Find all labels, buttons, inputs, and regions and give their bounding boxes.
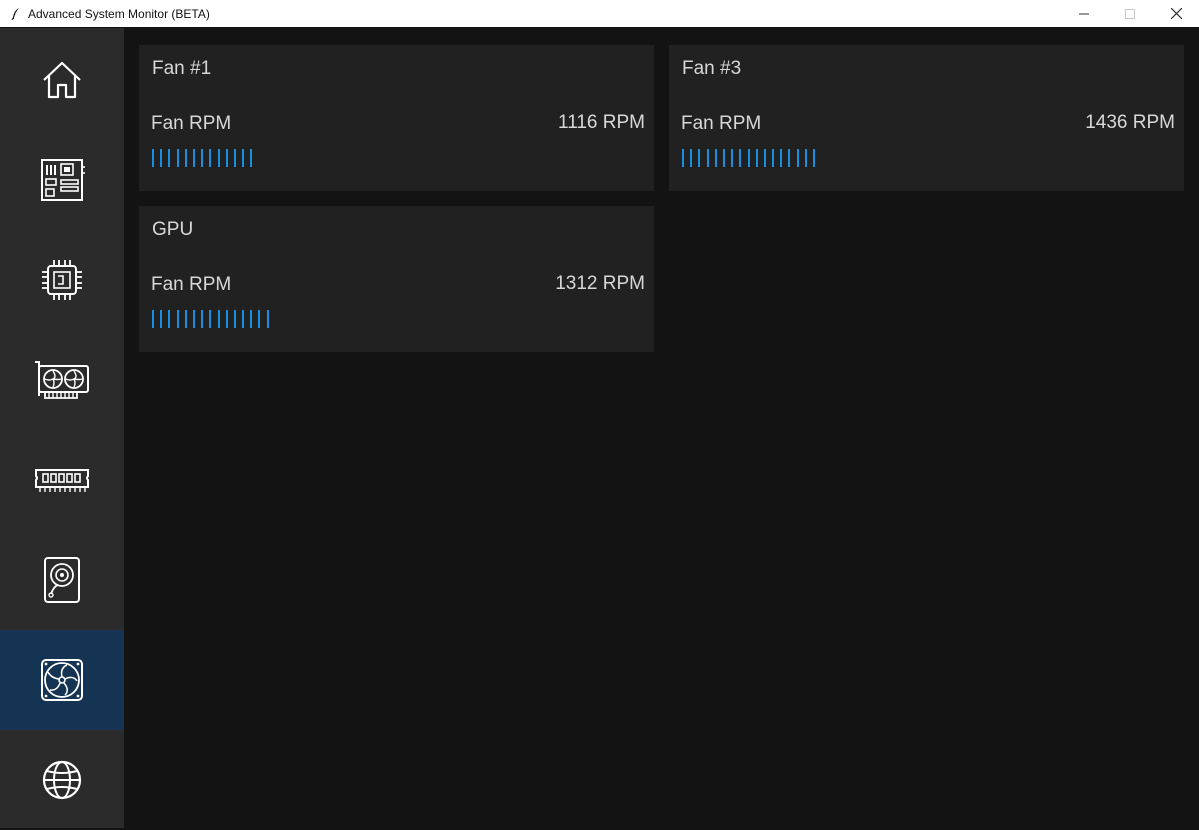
fan-icon bbox=[41, 659, 83, 701]
minimize-button[interactable] bbox=[1061, 0, 1107, 27]
rpm-tick bbox=[225, 149, 228, 167]
sidebar bbox=[0, 28, 124, 828]
rpm-tick bbox=[225, 310, 228, 328]
rpm-bar bbox=[682, 149, 821, 167]
rpm-tick bbox=[682, 149, 684, 167]
sidebar-item-network[interactable] bbox=[0, 730, 124, 830]
card-title: GPU bbox=[152, 219, 194, 240]
rpm-tick bbox=[813, 149, 815, 167]
motherboard-icon bbox=[41, 159, 85, 201]
rpm-tick bbox=[201, 310, 204, 328]
cpu-icon bbox=[42, 260, 82, 300]
rpm-tick bbox=[217, 310, 220, 328]
rpm-tick bbox=[706, 149, 709, 167]
rpm-tick bbox=[217, 149, 220, 167]
feather-icon bbox=[10, 7, 22, 21]
rpm-tick bbox=[184, 310, 187, 328]
rpm-tick bbox=[250, 149, 253, 167]
metric-value: 1312 RPM bbox=[555, 273, 645, 294]
rpm-tick bbox=[731, 149, 734, 167]
sidebar-item-fans[interactable] bbox=[0, 630, 124, 730]
sidebar-item-cpu[interactable] bbox=[0, 230, 124, 330]
rpm-tick bbox=[176, 149, 179, 167]
rpm-tick bbox=[714, 149, 717, 167]
close-button[interactable] bbox=[1153, 0, 1199, 27]
rpm-tick bbox=[168, 149, 171, 167]
rpm-tick bbox=[152, 310, 154, 328]
graphics-card-icon bbox=[35, 361, 89, 399]
rpm-tick bbox=[192, 310, 195, 328]
rpm-bar bbox=[152, 149, 258, 167]
rpm-tick bbox=[160, 149, 163, 167]
hard-drive-icon bbox=[44, 557, 80, 603]
rpm-tick bbox=[201, 149, 204, 167]
rpm-tick bbox=[788, 149, 791, 167]
close-icon bbox=[1170, 8, 1182, 19]
rpm-tick bbox=[747, 149, 750, 167]
rpm-tick bbox=[722, 149, 725, 167]
sidebar-item-storage[interactable] bbox=[0, 530, 124, 630]
rpm-tick bbox=[258, 310, 261, 328]
maximize-button[interactable] bbox=[1107, 0, 1153, 27]
rpm-tick bbox=[242, 149, 245, 167]
rpm-tick bbox=[763, 149, 766, 167]
rpm-tick bbox=[168, 310, 171, 328]
window-controls bbox=[1061, 0, 1199, 27]
rpm-tick bbox=[780, 149, 783, 167]
title-bar: Advanced System Monitor (BETA) bbox=[0, 0, 1199, 27]
rpm-tick bbox=[266, 310, 269, 328]
home-icon bbox=[43, 61, 81, 99]
rpm-tick bbox=[233, 149, 236, 167]
card-title: Fan #3 bbox=[682, 58, 742, 79]
fan-card: GPU Fan RPM 1312 RPM bbox=[139, 206, 654, 352]
rpm-tick bbox=[192, 149, 195, 167]
metric-label: Fan RPM bbox=[151, 274, 232, 295]
rpm-tick bbox=[698, 149, 701, 167]
rpm-tick bbox=[242, 310, 245, 328]
rpm-tick bbox=[209, 310, 212, 328]
sidebar-item-motherboard[interactable] bbox=[0, 130, 124, 230]
rpm-tick bbox=[755, 149, 758, 167]
rpm-tick bbox=[233, 310, 236, 328]
fan-card: Fan #1 Fan RPM 1116 RPM bbox=[139, 45, 654, 191]
sidebar-item-home[interactable] bbox=[0, 30, 124, 130]
rpm-tick bbox=[690, 149, 693, 167]
rpm-tick bbox=[250, 310, 253, 328]
rpm-tick bbox=[160, 310, 163, 328]
metric-value: 1116 RPM bbox=[558, 112, 645, 133]
sidebar-item-gpu[interactable] bbox=[0, 330, 124, 430]
fan-card: Fan #3 Fan RPM 1436 RPM bbox=[669, 45, 1184, 191]
metric-label: Fan RPM bbox=[151, 113, 232, 134]
main-panel: Fan #1 Fan RPM 1116 RPM Fan #3 Fan RPM 1… bbox=[124, 28, 1199, 828]
ram-icon bbox=[35, 469, 89, 492]
rpm-tick bbox=[152, 149, 154, 167]
globe-icon bbox=[42, 760, 82, 800]
rpm-tick bbox=[739, 149, 742, 167]
metric-label: Fan RPM bbox=[681, 113, 762, 134]
rpm-tick bbox=[184, 149, 187, 167]
rpm-tick bbox=[804, 149, 807, 167]
rpm-tick bbox=[176, 310, 179, 328]
maximize-icon bbox=[1125, 8, 1135, 19]
window-title: Advanced System Monitor (BETA) bbox=[28, 6, 210, 21]
rpm-tick bbox=[796, 149, 799, 167]
rpm-tick bbox=[772, 149, 775, 167]
rpm-tick bbox=[209, 149, 212, 167]
rpm-bar bbox=[152, 310, 275, 328]
metric-value: 1436 RPM bbox=[1085, 112, 1175, 133]
sidebar-item-memory[interactable] bbox=[0, 430, 124, 530]
minimize-icon bbox=[1079, 13, 1089, 14]
card-title: Fan #1 bbox=[152, 58, 212, 79]
